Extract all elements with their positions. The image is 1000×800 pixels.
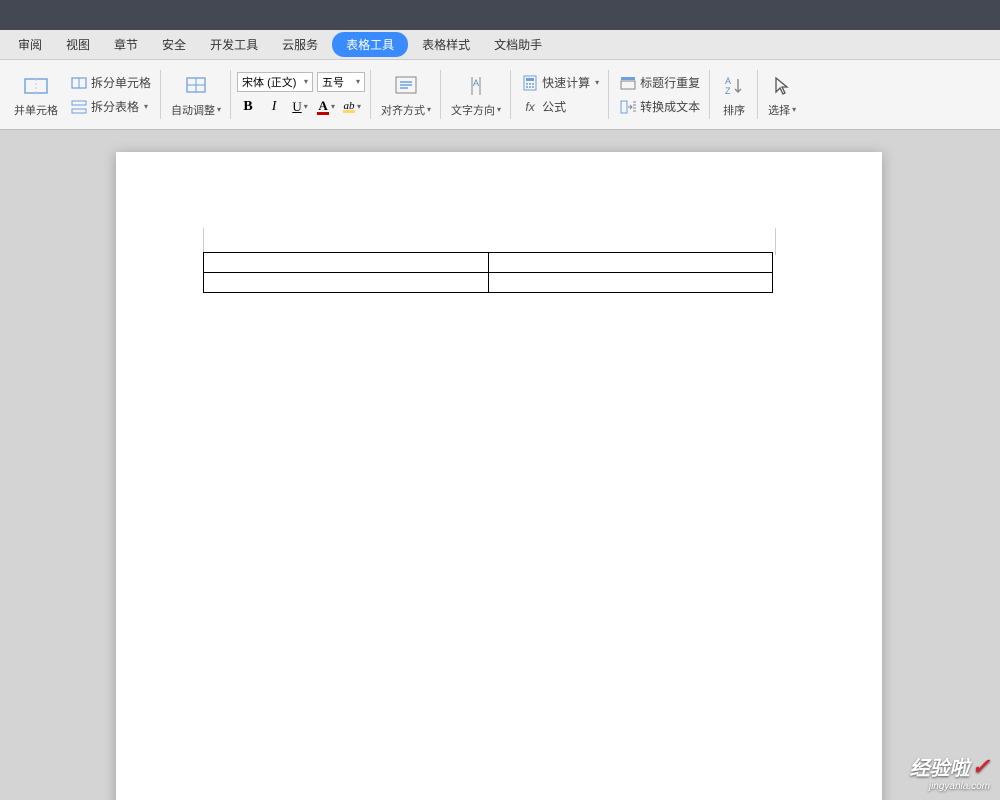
chevron-down-icon: ▾: [497, 105, 501, 114]
chevron-down-icon: ▾: [357, 102, 361, 111]
alignment-label: 对齐方式▾: [381, 102, 431, 118]
select-label: 选择▾: [768, 102, 796, 118]
sort-icon: AZ: [720, 72, 748, 100]
group-formula: 快速计算 ▾ fx 公式: [511, 62, 609, 127]
document-page[interactable]: [116, 152, 882, 800]
svg-text:A: A: [473, 78, 479, 88]
workspace: [0, 130, 1000, 800]
watermark: 经验啦 ✓ jingyanla.com: [910, 752, 990, 792]
menu-table-tools[interactable]: 表格工具: [332, 32, 408, 57]
chevron-down-icon: ▾: [595, 78, 599, 87]
repeat-header-icon: [619, 74, 637, 92]
convert-text-icon: [619, 98, 637, 116]
menu-review[interactable]: 审阅: [8, 32, 52, 57]
autofit-button[interactable]: 自动调整▾: [167, 70, 225, 120]
convert-text-button[interactable]: 转换成文本: [615, 96, 704, 118]
group-select: 选择▾: [758, 62, 806, 127]
menu-doc-assistant[interactable]: 文档助手: [484, 32, 552, 57]
chevron-down-icon: ▾: [217, 105, 221, 114]
repeat-header-label: 标题行重复: [640, 74, 700, 91]
table-cell[interactable]: [204, 253, 489, 273]
text-direction-icon: A: [462, 72, 490, 100]
chevron-down-icon: ▾: [331, 102, 335, 111]
italic-button[interactable]: I: [263, 96, 285, 118]
group-merge: 并单元格 拆分单元格 拆分表格 ▾: [4, 62, 161, 127]
text-direction-label: 文字方向▾: [451, 102, 501, 118]
svg-text:Z: Z: [725, 86, 731, 96]
document-table[interactable]: [203, 252, 773, 293]
font-color-bar: [317, 112, 329, 115]
split-table-label: 拆分表格: [91, 98, 139, 115]
bold-button[interactable]: B: [237, 96, 259, 118]
sort-button[interactable]: AZ 排序: [716, 70, 752, 120]
quick-calc-button[interactable]: 快速计算 ▾: [517, 72, 603, 94]
menu-table-styles[interactable]: 表格样式: [412, 32, 480, 57]
formula-button[interactable]: fx 公式: [517, 96, 603, 118]
select-button[interactable]: 选择▾: [764, 70, 800, 120]
margin-guide-right: [775, 228, 776, 255]
chevron-down-icon: ▾: [144, 102, 148, 111]
svg-text:A: A: [725, 76, 731, 86]
toolbar: 并单元格 拆分单元格 拆分表格 ▾: [0, 60, 1000, 130]
autofit-label: 自动调整▾: [171, 102, 221, 118]
group-text-direction: A 文字方向▾: [441, 62, 511, 127]
sort-label: 排序: [723, 102, 745, 118]
convert-text-label: 转换成文本: [640, 98, 700, 115]
chevron-down-icon: ▾: [792, 105, 796, 114]
repeat-header-button[interactable]: 标题行重复: [615, 72, 704, 94]
menu-chapter[interactable]: 章节: [104, 32, 148, 57]
table-cell[interactable]: [488, 253, 773, 273]
formula-label: 公式: [542, 98, 566, 115]
merge-cells-button[interactable]: 并单元格: [10, 70, 62, 120]
group-sort: AZ 排序: [710, 62, 758, 127]
group-autofit: 自动调整▾: [161, 62, 231, 127]
margin-guide-left: [203, 228, 204, 255]
merge-cells-icon: [22, 72, 50, 100]
titlebar: [0, 0, 1000, 30]
fx-icon: fx: [521, 98, 539, 116]
chevron-down-icon: ▾: [304, 77, 308, 86]
menu-security[interactable]: 安全: [152, 32, 196, 57]
split-cells-label: 拆分单元格: [91, 74, 151, 91]
text-direction-button[interactable]: A 文字方向▾: [447, 70, 505, 120]
table-cell[interactable]: [204, 273, 489, 293]
highlight-button[interactable]: ab ▾: [341, 96, 363, 118]
alignment-button[interactable]: 对齐方式▾: [377, 70, 435, 120]
chevron-down-icon: ▾: [427, 105, 431, 114]
font-name-select[interactable]: 宋体 (正文) ▾: [237, 72, 313, 92]
check-icon: ✓: [972, 754, 990, 780]
underline-button[interactable]: U▾: [289, 96, 311, 118]
chevron-down-icon: ▾: [356, 77, 360, 86]
menu-devtools[interactable]: 开发工具: [200, 32, 268, 57]
quick-calc-label: 快速计算: [542, 74, 590, 91]
menubar: 审阅 视图 章节 安全 开发工具 云服务 表格工具 表格样式 文档助手: [0, 30, 1000, 60]
table-cell[interactable]: [488, 273, 773, 293]
menu-view[interactable]: 视图: [56, 32, 100, 57]
calculator-icon: [521, 74, 539, 92]
highlight-color-bar: [343, 110, 355, 113]
watermark-main: 经验啦 ✓: [910, 752, 990, 781]
font-color-button[interactable]: A ▾: [315, 96, 337, 118]
autofit-icon: [182, 72, 210, 100]
watermark-sub: jingyanla.com: [910, 781, 990, 792]
group-alignment: 对齐方式▾: [371, 62, 441, 127]
table-row[interactable]: [204, 253, 773, 273]
menu-cloud[interactable]: 云服务: [272, 32, 328, 57]
font-name-value: 宋体 (正文): [242, 74, 296, 90]
group-font: 宋体 (正文) ▾ 五号 ▾ B I U▾ A: [231, 62, 371, 127]
split-cells-icon: [70, 74, 88, 92]
split-cells-button[interactable]: 拆分单元格: [66, 72, 155, 94]
group-header-convert: 标题行重复 转换成文本: [609, 62, 710, 127]
font-size-value: 五号: [322, 74, 344, 90]
table-row[interactable]: [204, 273, 773, 293]
split-table-button[interactable]: 拆分表格 ▾: [66, 96, 155, 118]
cursor-icon: [768, 72, 796, 100]
split-table-icon: [70, 98, 88, 116]
chevron-down-icon: ▾: [304, 102, 308, 111]
alignment-icon: [392, 72, 420, 100]
merge-cells-label: 并单元格: [14, 102, 58, 118]
font-size-select[interactable]: 五号 ▾: [317, 72, 365, 92]
